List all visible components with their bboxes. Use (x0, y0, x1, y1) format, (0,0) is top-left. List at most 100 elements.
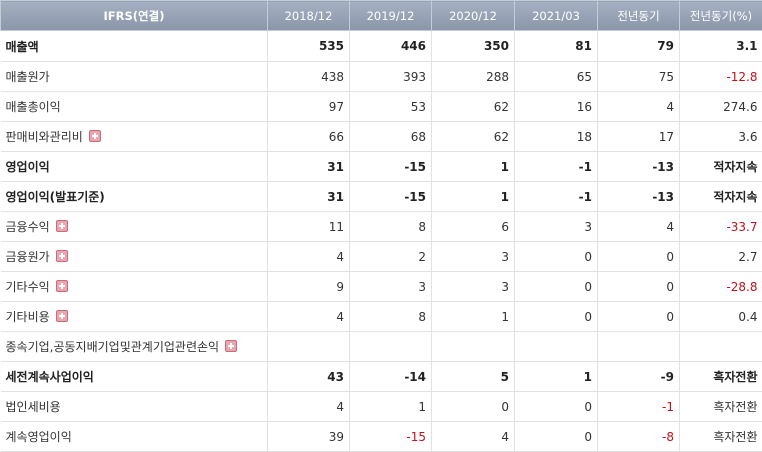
value-cell: 438 (268, 62, 350, 92)
row-label-cell: 영업이익 (1, 152, 268, 182)
value-cell: 8 (350, 302, 432, 332)
value-cell: 4 (432, 422, 515, 452)
value-cell: 393 (350, 62, 432, 92)
table-row: 매출원가4383932886575-12.8 (1, 62, 762, 92)
value-cell: 3 (432, 242, 515, 272)
value-cell: 2.7 (680, 242, 762, 272)
financial-table: IFRS(연결) 2018/12 2019/12 2020/12 2021/03… (0, 0, 762, 452)
value-cell: -15 (350, 152, 432, 182)
row-label-cell: 세전계속사업이익 (1, 362, 268, 392)
value-cell: 43 (268, 362, 350, 392)
value-cell: 79 (598, 31, 680, 62)
value-cell: 흑자전환 (680, 392, 762, 422)
row-label-cell: 기타수익 (1, 272, 268, 302)
value-cell: 흑자전환 (680, 422, 762, 452)
value-cell: 0 (598, 272, 680, 302)
value-cell: 1 (432, 152, 515, 182)
row-label-cell: 종속기업,공동지배기업및관계기업관련손익 (1, 332, 268, 362)
header-period: 2020/12 (432, 1, 515, 31)
value-cell: 68 (350, 122, 432, 152)
value-cell: 1 (350, 392, 432, 422)
value-cell: 3.6 (680, 122, 762, 152)
value-cell: -1 (598, 392, 680, 422)
expand-plus-icon[interactable] (56, 310, 68, 322)
value-cell (432, 332, 515, 362)
header-period: 2018/12 (268, 1, 350, 31)
row-label-cell: 금융수익 (1, 212, 268, 242)
value-cell: 274.6 (680, 92, 762, 122)
value-cell: 3 (350, 272, 432, 302)
row-label-cell: 기타비용 (1, 302, 268, 332)
value-cell: 0 (515, 272, 598, 302)
row-label-cell: 판매비와관리비 (1, 122, 268, 152)
value-cell: 4 (268, 302, 350, 332)
row-label-cell: 매출총이익 (1, 92, 268, 122)
header-yoy-pct: 전년동기(%) (680, 1, 762, 31)
value-cell: 75 (598, 62, 680, 92)
value-cell: 흑자전환 (680, 362, 762, 392)
row-label: 매출원가 (6, 70, 50, 84)
value-cell: 2 (350, 242, 432, 272)
value-cell: 62 (432, 122, 515, 152)
header-period: 2019/12 (350, 1, 432, 31)
value-cell: 446 (350, 31, 432, 62)
row-label: 판매비와관리비 (6, 130, 83, 144)
row-label: 영업이익 (6, 160, 50, 174)
value-cell: 9 (268, 272, 350, 302)
value-cell: 4 (598, 212, 680, 242)
value-cell: 3 (432, 272, 515, 302)
value-cell: -8 (598, 422, 680, 452)
row-label-cell: 매출액 (1, 31, 268, 62)
value-cell: 4 (598, 92, 680, 122)
value-cell: 5 (432, 362, 515, 392)
table-row: 기타수익93300-28.8 (1, 272, 762, 302)
value-cell: 350 (432, 31, 515, 62)
row-label-cell: 계속영업이익 (1, 422, 268, 452)
value-cell (350, 332, 432, 362)
header-basis: IFRS(연결) (1, 1, 268, 31)
value-cell: 4 (268, 392, 350, 422)
row-label-cell: 매출원가 (1, 62, 268, 92)
value-cell: -14 (350, 362, 432, 392)
row-label: 세전계속사업이익 (6, 370, 94, 384)
row-label: 금융수익 (6, 220, 50, 234)
expand-plus-icon[interactable] (56, 280, 68, 292)
row-label: 영업이익(발표기준) (6, 190, 105, 204)
value-cell: 31 (268, 152, 350, 182)
value-cell (680, 332, 762, 362)
table-row: 판매비와관리비66686218173.6 (1, 122, 762, 152)
header-yoy: 전년동기 (598, 1, 680, 31)
value-cell: 0 (515, 242, 598, 272)
value-cell: 적자지속 (680, 182, 762, 212)
table-row: 계속영업이익39-1540-8흑자전환 (1, 422, 762, 452)
expand-plus-icon[interactable] (89, 130, 101, 142)
value-cell: 0 (515, 302, 598, 332)
row-label-cell: 법인세비용 (1, 392, 268, 422)
expand-plus-icon[interactable] (56, 250, 68, 262)
value-cell: 11 (268, 212, 350, 242)
value-cell: -12.8 (680, 62, 762, 92)
value-cell: 53 (350, 92, 432, 122)
table-row: 영업이익(발표기준)31-151-1-13적자지속 (1, 182, 762, 212)
value-cell: 0 (515, 422, 598, 452)
row-label: 기타수익 (6, 280, 50, 294)
expand-plus-icon[interactable] (56, 220, 68, 232)
value-cell: 적자지속 (680, 152, 762, 182)
value-cell: 66 (268, 122, 350, 152)
header-row: IFRS(연결) 2018/12 2019/12 2020/12 2021/03… (1, 1, 762, 31)
value-cell: -15 (350, 182, 432, 212)
table-row: 종속기업,공동지배기업및관계기업관련손익 (1, 332, 762, 362)
value-cell (268, 332, 350, 362)
value-cell: 97 (268, 92, 350, 122)
value-cell: 4 (268, 242, 350, 272)
table-row: 기타비용481000.4 (1, 302, 762, 332)
value-cell: -15 (350, 422, 432, 452)
value-cell: 65 (515, 62, 598, 92)
expand-plus-icon[interactable] (225, 340, 237, 352)
value-cell: 3.1 (680, 31, 762, 62)
value-cell: -13 (598, 152, 680, 182)
row-label: 종속기업,공동지배기업및관계기업관련손익 (6, 340, 220, 354)
table-row: 법인세비용4100-1흑자전환 (1, 392, 762, 422)
value-cell: 16 (515, 92, 598, 122)
value-cell (598, 332, 680, 362)
